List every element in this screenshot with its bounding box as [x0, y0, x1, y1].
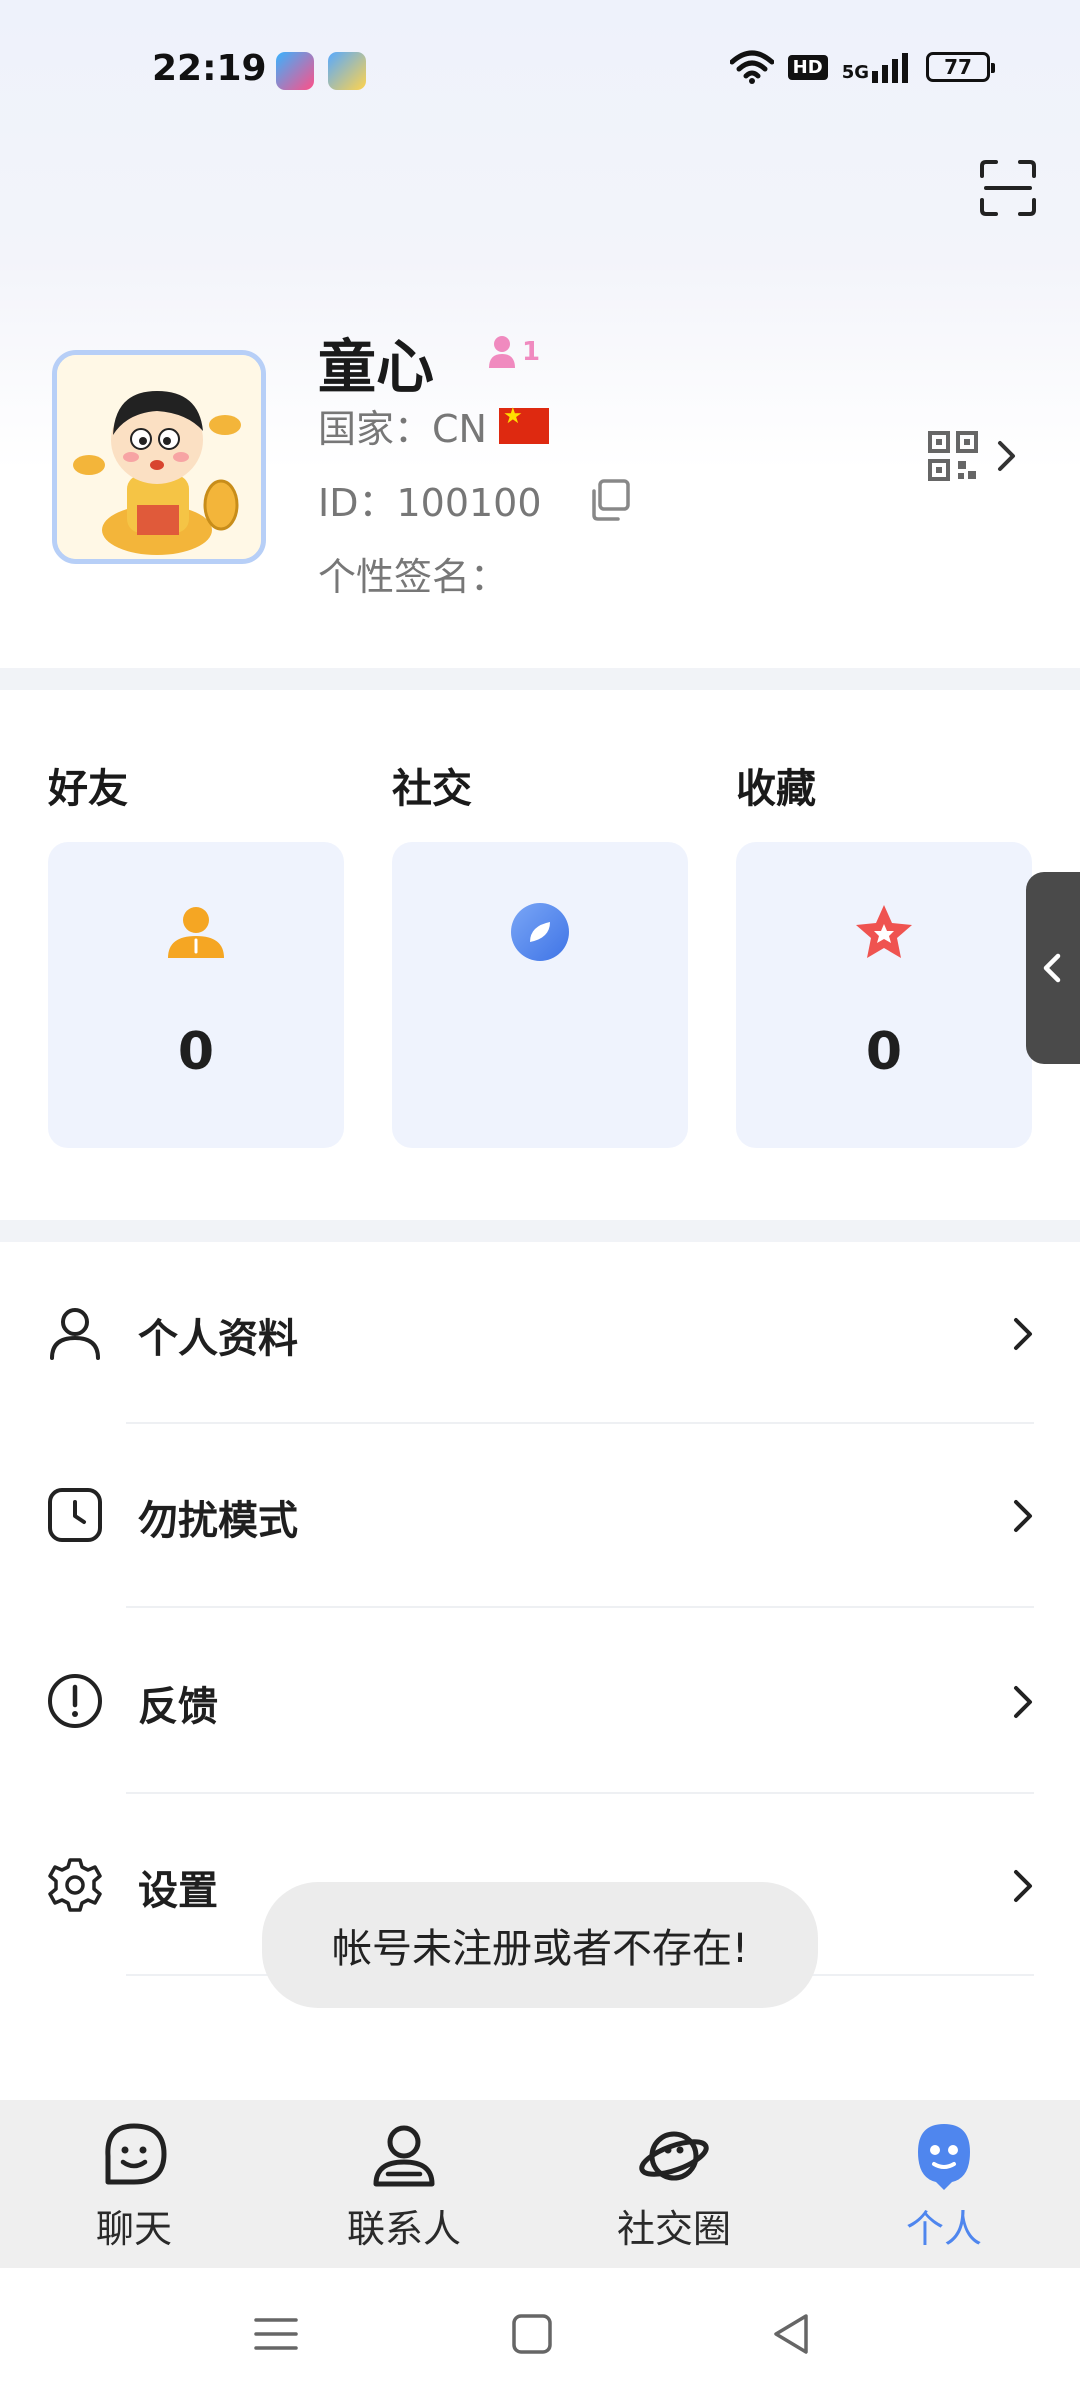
profile-face-icon [918, 2124, 970, 2190]
favorites-card[interactable]: 0 [736, 842, 1032, 1148]
country-label: 国家：CN [318, 407, 487, 451]
signal-icon: 5G [842, 51, 912, 83]
qr-code-icon [928, 431, 978, 481]
signature-label: 个性签名： [318, 555, 509, 599]
section-divider [0, 668, 1080, 690]
nav-label-contacts: 联系人 [346, 2207, 461, 2251]
stat-title-social: 社交 [392, 766, 472, 812]
notification-app-icon [276, 52, 314, 90]
network-type: 5G [841, 62, 869, 83]
bottom-navigation: 聊天 联系人 社交圈 个人 [0, 2100, 1080, 2268]
user-outline-icon [50, 1308, 100, 1360]
status-time: 22:19 [152, 48, 267, 89]
qr-code-button[interactable] [928, 428, 1048, 484]
nav-tab-chat[interactable]: 聊天 [24, 2120, 244, 2260]
stat-title-favorites: 收藏 [736, 766, 816, 812]
chevron-right-icon [1014, 1500, 1032, 1532]
copy-id-button[interactable] [586, 477, 632, 523]
menu-label-settings: 设置 [138, 1868, 218, 1914]
avatar[interactable] [52, 350, 266, 564]
exclamation-circle-icon [48, 1674, 102, 1728]
nav-label-chat: 聊天 [95, 2207, 172, 2251]
menu-separator [126, 1792, 1034, 1794]
hd-badge: HD [787, 54, 828, 80]
menu-item-do-not-disturb[interactable]: 勿扰模式 [0, 1436, 1080, 1596]
nav-tab-contacts[interactable]: 联系人 [294, 2120, 514, 2260]
chevron-right-icon [1014, 1686, 1032, 1718]
country-row: 国家：CN [318, 398, 549, 453]
person-pink-icon [489, 336, 515, 368]
chevron-right-icon [998, 441, 1015, 471]
favorites-count: 0 [865, 1022, 903, 1082]
home-square-icon[interactable] [506, 2308, 558, 2360]
menu-item-feedback[interactable]: 反馈 [0, 1622, 1080, 1782]
social-card[interactable] [392, 842, 688, 1148]
side-drawer-tab[interactable] [1026, 872, 1080, 1064]
chat-smile-icon [105, 2123, 167, 2185]
chevron-right-icon [1014, 1870, 1032, 1902]
section-divider [0, 1220, 1080, 1242]
menu-separator [126, 1422, 1034, 1424]
menu-label-feedback: 反馈 [138, 1684, 218, 1730]
back-triangle-icon[interactable] [766, 2308, 818, 2360]
menu-label-profile: 个人资料 [138, 1316, 298, 1362]
toast-message: 帐号未注册或者不存在! [262, 1882, 818, 2008]
battery-icon: 77 [926, 52, 995, 82]
system-navigation-bar [0, 2268, 1080, 2400]
friends-card[interactable]: 0 [48, 842, 344, 1148]
nav-label-profile: 个人 [905, 2207, 982, 2251]
scan-button[interactable] [978, 158, 1038, 218]
scan-icon [980, 160, 1036, 216]
gear-icon [48, 1858, 102, 1912]
clock-icon [48, 1488, 102, 1542]
favorite-star-icon [856, 905, 912, 958]
social-compass-icon [511, 903, 569, 961]
contacts-icon [373, 2125, 435, 2187]
copy-icon [591, 478, 630, 521]
stat-title-friends: 好友 [48, 766, 128, 812]
chevron-left-icon [1043, 953, 1061, 983]
id-row: ID：100100 [318, 472, 632, 527]
menu-lines-icon[interactable] [250, 2308, 302, 2360]
status-bar: 22:19 HD 5G 77 [0, 0, 1080, 140]
status-indicators: HD 5G 77 [729, 50, 995, 84]
friend-count: 1 [522, 337, 541, 367]
profile-name: 童心 [318, 333, 435, 401]
cartoon-avatar-image [57, 355, 261, 559]
china-flag-icon [498, 404, 549, 444]
friend-badge: 1 [486, 334, 540, 370]
wifi-icon [729, 50, 774, 84]
friend-person-icon [168, 907, 224, 958]
chevron-right-icon [1014, 1318, 1032, 1350]
user-id: ID：100100 [318, 481, 542, 525]
weather-app-icon [328, 52, 366, 90]
planet-icon [639, 2131, 709, 2181]
friends-count: 0 [177, 1022, 215, 1082]
menu-item-profile[interactable]: 个人资料 [0, 1254, 1080, 1414]
nav-tab-profile[interactable]: 个人 [834, 2120, 1054, 2260]
menu-separator [126, 1606, 1034, 1608]
nav-tab-social-circle[interactable]: 社交圈 [564, 2120, 784, 2260]
nav-label-social-circle: 社交圈 [616, 2207, 731, 2251]
menu-label-do-not-disturb: 勿扰模式 [138, 1498, 298, 1544]
